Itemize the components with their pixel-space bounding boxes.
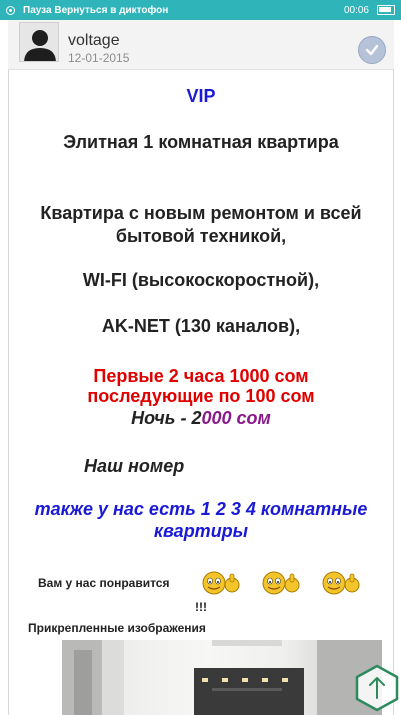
status-bar[interactable]: Пауза Вернуться в диктофон 00:06 xyxy=(0,0,401,20)
scroll-up-icon xyxy=(355,664,399,712)
description-text: Квартира с новым ремонтом и всей бытовой… xyxy=(40,203,362,246)
interior-photo xyxy=(62,640,382,715)
aknet-text: AK-NET (130 каналов), xyxy=(101,316,301,336)
night-value: 000 сом xyxy=(201,408,271,428)
price-line-1: Первые 2 часа 1000 сом xyxy=(93,366,309,386)
post-title: Элитная 1 комнатная квартира xyxy=(63,132,339,152)
vip-label: VIP xyxy=(186,86,216,106)
check-circle-icon xyxy=(365,44,379,56)
thumbs-up-smiley-icon xyxy=(322,571,360,595)
attachments-label: Прикрепленные изображения xyxy=(28,621,206,635)
post-header: voltage 12-01-2015 xyxy=(8,20,394,70)
price-line-2: последующие по 100 сом xyxy=(87,386,315,406)
also-apartments-text: также у нас есть 1 2 3 4 комнатные кварт… xyxy=(34,499,368,541)
scroll-to-top-button[interactable] xyxy=(355,664,399,712)
wifi-text: WI-FI (высокоскоростной), xyxy=(82,270,320,290)
battery-icon xyxy=(377,5,395,15)
status-text[interactable]: Пауза Вернуться в диктофон xyxy=(23,5,344,16)
post-date: 12-01-2015 xyxy=(68,51,130,65)
user-silhouette-icon xyxy=(20,23,58,61)
phone-label: Наш номер xyxy=(84,456,185,476)
like-row: Вам у нас понравится xyxy=(8,568,394,600)
check-button[interactable] xyxy=(358,36,386,64)
attached-image[interactable] xyxy=(62,640,382,715)
status-time: 00:06 xyxy=(343,4,369,16)
thumbs-up-smiley-icon xyxy=(262,571,300,595)
avatar[interactable] xyxy=(19,22,59,62)
like-text: Вам у нас понравится xyxy=(38,576,170,590)
like-exclamation: !!! xyxy=(195,600,207,614)
thumbs-up-smiley-icon xyxy=(202,571,240,595)
night-price: Ночь - 2000 сом xyxy=(8,408,394,428)
record-icon xyxy=(6,5,15,15)
username[interactable]: voltage xyxy=(68,32,120,50)
night-prefix: Ночь - 2 xyxy=(131,408,202,428)
